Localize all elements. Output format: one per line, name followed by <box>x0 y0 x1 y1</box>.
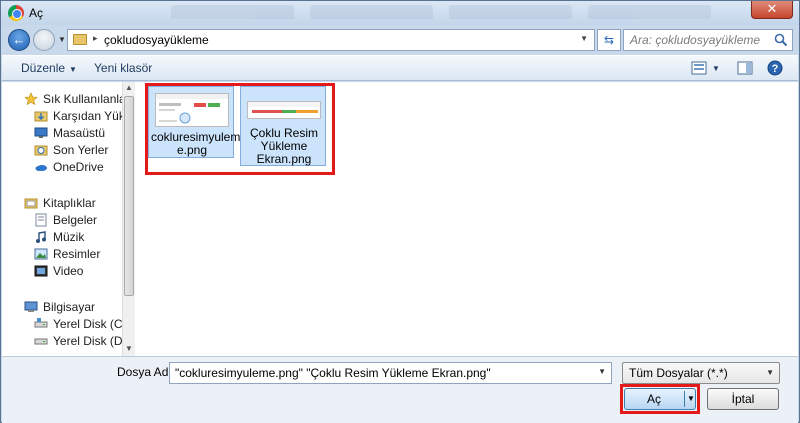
command-toolbar: Düzenle ▼ Yeni klasör ▼ ? <box>2 55 798 81</box>
scroll-down-icon[interactable]: ▼ <box>125 344 133 353</box>
search-icon[interactable] <box>774 33 788 47</box>
nav-item-video[interactable]: Video <box>34 262 83 280</box>
search-box[interactable]: Ara: çokludosyayükleme <box>623 29 793 51</box>
scroll-up-icon[interactable]: ▲ <box>125 83 133 92</box>
nav-item-downloads[interactable]: Karşıdan Yüklen <box>34 107 122 125</box>
title-bar: Aç ✕ <box>1 1 799 25</box>
chevron-down-icon: ▼ <box>766 368 774 377</box>
open-file-dialog: Aç ✕ ← ▼ ▸ çokludosyayükleme ▼ ⇆ Ara: ço… <box>0 0 800 423</box>
background-browser-tabs <box>171 5 711 21</box>
view-options-icon[interactable] <box>691 61 707 75</box>
computer-icon <box>24 301 38 312</box>
navigation-pane: Sık Kullanılanlar Karşıdan Yüklen Masaüs… <box>2 82 122 356</box>
desktop-icon <box>34 127 48 138</box>
drive-icon <box>34 318 48 328</box>
nav-item-drive-d[interactable]: Yerel Disk (D:) <box>34 332 122 350</box>
selection-highlight-box <box>145 83 335 175</box>
open-button-highlight-box <box>620 384 700 414</box>
recent-places-icon <box>34 145 48 156</box>
close-button[interactable]: ✕ <box>751 1 793 19</box>
nav-item-onedrive[interactable]: OneDrive <box>34 158 104 176</box>
refresh-button[interactable]: ⇆ <box>597 29 621 51</box>
window-title: Aç <box>29 6 44 20</box>
forward-button[interactable] <box>33 29 55 51</box>
bottom-panel: Dosya Adı: "cokluresimyuleme.png" "Çoklu… <box>2 356 798 423</box>
cancel-button[interactable]: İptal <box>707 388 779 410</box>
video-icon <box>34 265 48 277</box>
content-area: Sık Kullanılanlar Karşıdan Yüklen Masaüs… <box>2 82 798 356</box>
scrollbar-thumb[interactable] <box>124 96 134 296</box>
nav-item-documents[interactable]: Belgeler <box>34 211 97 229</box>
view-dropdown-icon[interactable]: ▼ <box>712 64 720 73</box>
breadcrumb-chevron-icon[interactable]: ▸ <box>93 33 98 44</box>
svg-text:?: ? <box>772 63 779 75</box>
music-icon <box>36 231 46 243</box>
downloads-icon <box>34 111 48 122</box>
file-type-select[interactable]: Tüm Dosyalar (*.*) ▼ <box>622 362 780 384</box>
star-icon <box>24 92 38 106</box>
drive-icon <box>34 338 48 345</box>
onedrive-icon <box>35 165 47 171</box>
nav-pane-scrollbar[interactable]: ▲ ▼ <box>122 82 135 356</box>
address-dropdown-icon[interactable]: ▼ <box>580 34 588 43</box>
libraries-icon <box>24 198 38 209</box>
address-row: ← ▼ ▸ çokludosyayükleme ▼ ⇆ Ara: çokludo… <box>1 26 799 54</box>
new-folder-button[interactable]: Yeni klasör <box>94 61 152 75</box>
preview-pane-icon[interactable] <box>737 61 753 75</box>
nav-item-pictures[interactable]: Resimler <box>34 245 100 263</box>
chevron-down-icon: ▼ <box>69 65 77 74</box>
nav-item-drive-c[interactable]: Yerel Disk (C:) <box>34 315 122 333</box>
folder-icon <box>73 34 87 45</box>
nav-item-music[interactable]: Müzik <box>34 228 84 246</box>
breadcrumb-current-folder[interactable]: çokludosyayükleme <box>104 33 209 47</box>
help-icon[interactable]: ? <box>767 60 783 76</box>
chrome-icon <box>8 5 24 21</box>
nav-computer-header[interactable]: Bilgisayar <box>24 298 95 316</box>
chevron-down-icon[interactable]: ▼ <box>598 367 606 376</box>
address-bar[interactable]: ▸ çokludosyayükleme ▼ <box>67 29 595 51</box>
pictures-icon <box>34 248 48 260</box>
back-button[interactable]: ← <box>8 29 30 51</box>
filename-input[interactable]: "cokluresimyuleme.png" "Çoklu Resim Yükl… <box>169 362 612 384</box>
nav-favorites-header[interactable]: Sık Kullanılanlar <box>24 90 122 108</box>
documents-icon <box>35 213 47 227</box>
nav-item-desktop[interactable]: Masaüstü <box>34 124 105 142</box>
nav-item-recent-places[interactable]: Son Yerler <box>34 141 108 159</box>
filename-label: Dosya Adı: <box>117 365 176 379</box>
nav-libraries-header[interactable]: Kitaplıklar <box>24 194 96 212</box>
search-input[interactable]: Ara: çokludosyayükleme <box>630 33 760 47</box>
recent-locations-dropdown[interactable]: ▼ <box>58 35 66 44</box>
organize-button[interactable]: Düzenle ▼ <box>21 61 77 75</box>
